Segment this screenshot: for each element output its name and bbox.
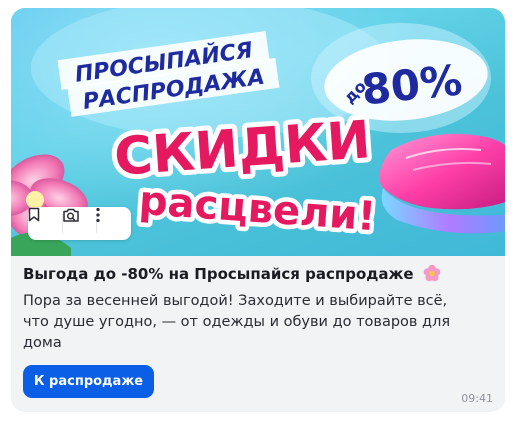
blossom-icon [423,264,441,286]
sneaker-illustration [379,133,505,234]
promo-banner[interactable]: ПРОСЫПАЙСЯ РАСПРОДАЖА до 80% СКИДКИ СКИД… [11,8,505,256]
post-title: Выгода до -80% на Просыпайся распродаже [23,264,441,286]
promo-card: ПРОСЫПАЙСЯ РАСПРОДАЖА до 80% СКИДКИ СКИД… [11,8,505,412]
slogan: СКИДКИ СКИДКИ расцвели! расцвели! [107,105,381,245]
discount-value: 80% [359,55,464,114]
search-image-icon[interactable] [62,207,96,240]
go-to-sale-button[interactable]: К распродаже [23,365,154,398]
slogan-line2: расцвели! [138,178,378,240]
post-description: Пора за весенней выгодой! Заходите и выб… [23,293,451,351]
post-title-text: Выгода до -80% на Просыпайся распродаже [23,265,414,283]
image-toolbar [28,207,131,240]
bookmark-icon[interactable] [28,207,62,240]
message-time: 09:41 [461,392,493,405]
more-vertical-icon[interactable] [96,207,130,240]
